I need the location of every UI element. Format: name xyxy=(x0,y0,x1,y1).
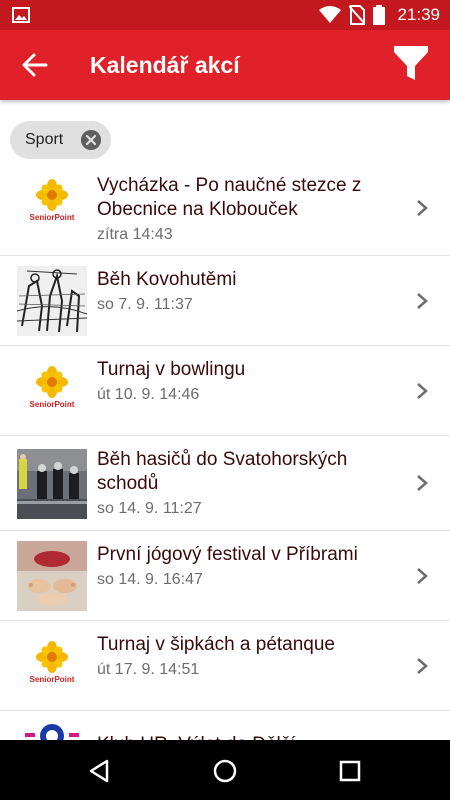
yoga-photo xyxy=(17,541,87,611)
seniorpoint-logo: SeniorPoint xyxy=(17,169,87,239)
event-date: so 14. 9. 11:27 xyxy=(97,500,202,517)
seniorpoint-logo: SeniorPoint xyxy=(17,631,87,701)
sketch-image xyxy=(17,266,87,336)
logo-text: SeniorPoint xyxy=(29,400,75,409)
chip-label: Sport xyxy=(25,131,64,148)
event-date: zítra 14:43 xyxy=(97,226,173,243)
event-title: Vycházka - Po naučné stezce z Obecnice n… xyxy=(97,175,362,220)
event-list: SeniorPoint Vycházka - Po naučné stezce … xyxy=(0,166,450,791)
chevron-right-icon xyxy=(417,383,428,399)
firefighters-photo xyxy=(17,449,87,519)
recents-square-icon[interactable] xyxy=(337,758,363,784)
navigation-bar xyxy=(0,740,450,800)
arrow-left-icon[interactable] xyxy=(22,52,48,78)
event-date: út 10. 9. 14:46 xyxy=(97,386,200,403)
event-title: Turnaj v šipkách a pétanque xyxy=(97,634,336,655)
event-date: so 7. 9. 11:37 xyxy=(97,296,193,313)
chevron-right-icon xyxy=(417,658,428,674)
list-item[interactable]: SeniorPoint Turnaj v bowlingu út 10. 9. … xyxy=(0,346,450,436)
battery-icon xyxy=(373,5,386,25)
event-title: Běh Kovohutěmi xyxy=(97,269,237,290)
clock: 21:39 xyxy=(397,5,440,24)
page-title: Kalendář akcí xyxy=(90,52,240,78)
logo-text: SeniorPoint xyxy=(29,675,75,684)
image-icon xyxy=(12,7,30,23)
list-item[interactable]: Běh hasičů do Svatohorských schodů so 14… xyxy=(0,436,450,531)
no-sim-icon xyxy=(349,5,366,25)
filter-icon[interactable] xyxy=(394,46,428,82)
logo-text: SeniorPoint xyxy=(29,213,75,222)
event-title: Běh hasičů do Svatohorských schodů xyxy=(97,449,348,494)
list-item[interactable]: První jógový festival v Příbrami so 14. … xyxy=(0,531,450,621)
list-item[interactable]: SeniorPoint Vycházka - Po naučné stezce … xyxy=(0,166,450,256)
filter-chip-sport[interactable]: Sport xyxy=(10,121,111,159)
chevron-right-icon xyxy=(417,568,428,584)
home-circle-icon[interactable] xyxy=(212,758,238,784)
seniorpoint-logo: SeniorPoint xyxy=(17,356,87,426)
event-date: so 14. 9. 16:47 xyxy=(97,571,203,588)
list-item[interactable]: SeniorPoint Turnaj v šipkách a pétanque … xyxy=(0,621,450,711)
chevron-right-icon xyxy=(417,293,428,309)
back-triangle-icon[interactable] xyxy=(87,758,113,784)
status-bar: 21:39 xyxy=(0,0,450,30)
wifi-icon xyxy=(319,6,342,23)
event-title: Turnaj v bowlingu xyxy=(97,359,246,380)
list-item[interactable]: Běh Kovohutěmi so 7. 9. 11:37 xyxy=(0,256,450,346)
chevron-right-icon xyxy=(417,200,428,216)
chevron-right-icon xyxy=(417,475,428,491)
close-circle-icon[interactable] xyxy=(81,130,101,150)
app-bar: Kalendář akcí xyxy=(0,30,450,100)
event-title: První jógový festival v Příbrami xyxy=(97,544,358,565)
event-date: út 17. 9. 14:51 xyxy=(97,661,200,678)
